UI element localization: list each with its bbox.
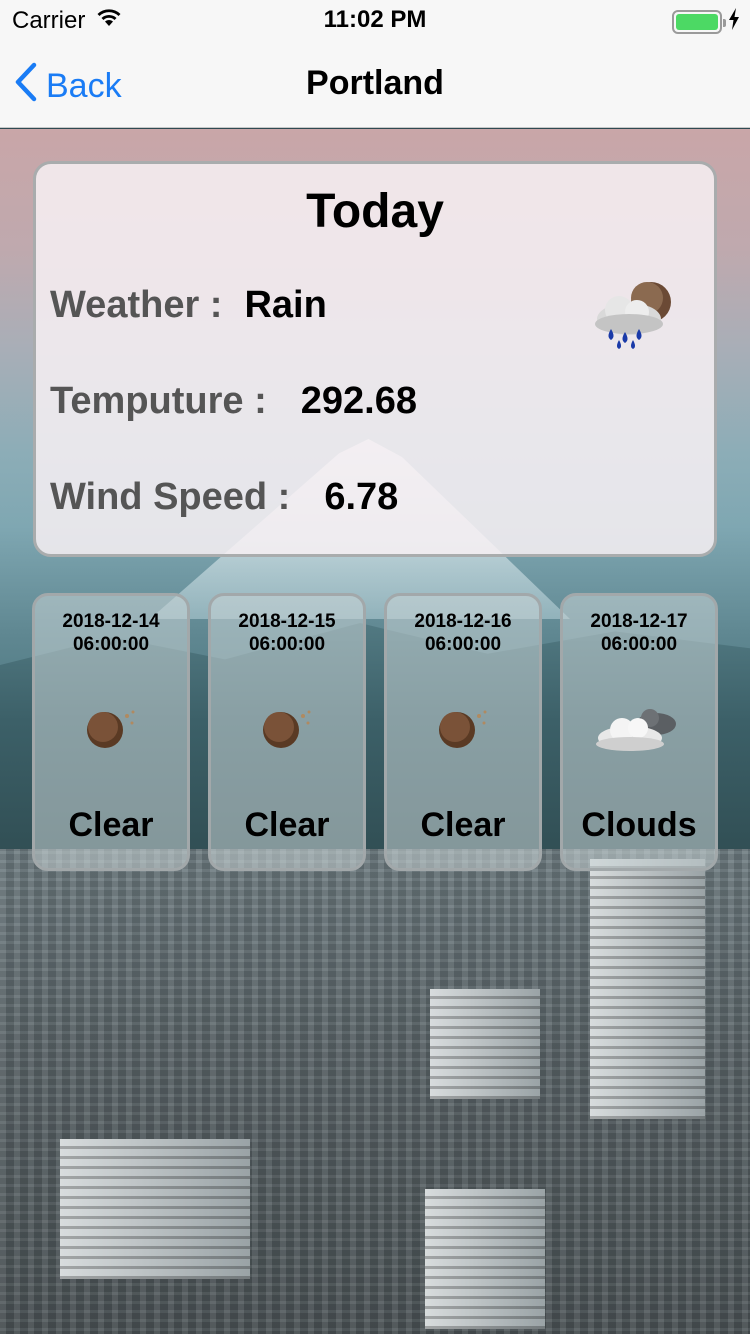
battery-icon: [672, 9, 726, 34]
forecast-card[interactable]: 2018-12-16 06:00:00 Clear: [384, 593, 542, 871]
status-right: [672, 8, 740, 35]
navigation-bar: Back Portland: [0, 40, 750, 128]
clear-moon-icon: [83, 706, 139, 755]
forecast-date: 2018-12-16: [414, 611, 512, 632]
status-time: 11:02 PM: [323, 6, 427, 33]
rain-clouds-icon: [581, 274, 681, 354]
forecast-datetime: 2018-12-17 06:00:00: [563, 610, 715, 656]
forecast-condition: Clear: [68, 806, 154, 844]
forecast-time: 06:00:00: [424, 634, 502, 655]
weather-row: Weather : Rain: [50, 284, 327, 327]
weather-label: Weather :: [50, 284, 223, 326]
forecast-date: 2018-12-17: [590, 611, 688, 632]
forecast-date: 2018-12-14: [62, 611, 160, 632]
forecast-time: 06:00:00: [72, 634, 150, 655]
forecast-condition: Clear: [420, 806, 506, 844]
status-bar: Carrier 11:02 PM: [0, 0, 750, 40]
forecast-condition: Clear: [244, 806, 330, 844]
temperature-label: Temputure :: [50, 380, 267, 422]
clear-moon-icon: [259, 706, 315, 755]
clouds-icon: [594, 706, 684, 759]
forecast-datetime: 2018-12-16 06:00:00: [387, 610, 539, 656]
forecast-date: 2018-12-15: [238, 611, 336, 632]
battery-fill: [676, 13, 718, 30]
forecast-time: 06:00:00: [600, 634, 678, 655]
tower-2: [60, 1139, 250, 1279]
forecast-datetime: 2018-12-14 06:00:00: [35, 610, 187, 656]
temperature-value: 292.68: [300, 380, 417, 422]
charging-bolt-icon: [728, 8, 740, 35]
clear-moon-icon: [435, 706, 491, 755]
today-card: Today Weather : Rain Temputure : 292.68 …: [33, 161, 717, 557]
tower-3: [430, 989, 540, 1099]
forecast-card[interactable]: 2018-12-14 06:00:00 Clear: [32, 593, 190, 871]
page-title: Portland: [306, 64, 444, 102]
forecast-card[interactable]: 2018-12-15 06:00:00 Clear: [208, 593, 366, 871]
tower-1: [590, 859, 705, 1119]
today-title: Today: [306, 185, 444, 238]
forecast-datetime: 2018-12-15 06:00:00: [211, 610, 363, 656]
forecast-condition: Clouds: [581, 806, 697, 844]
forecast-time: 06:00:00: [248, 634, 326, 655]
wind-label: Wind Speed :: [50, 476, 291, 518]
tower-4: [425, 1189, 545, 1329]
wind-value: 6.78: [324, 476, 399, 518]
forecast-card[interactable]: 2018-12-17 06:00:00 Clouds: [560, 593, 718, 871]
wind-row: Wind Speed : 6.78: [50, 476, 398, 519]
temperature-row: Temputure : 292.68: [50, 380, 417, 423]
weather-value: Rain: [244, 284, 327, 326]
